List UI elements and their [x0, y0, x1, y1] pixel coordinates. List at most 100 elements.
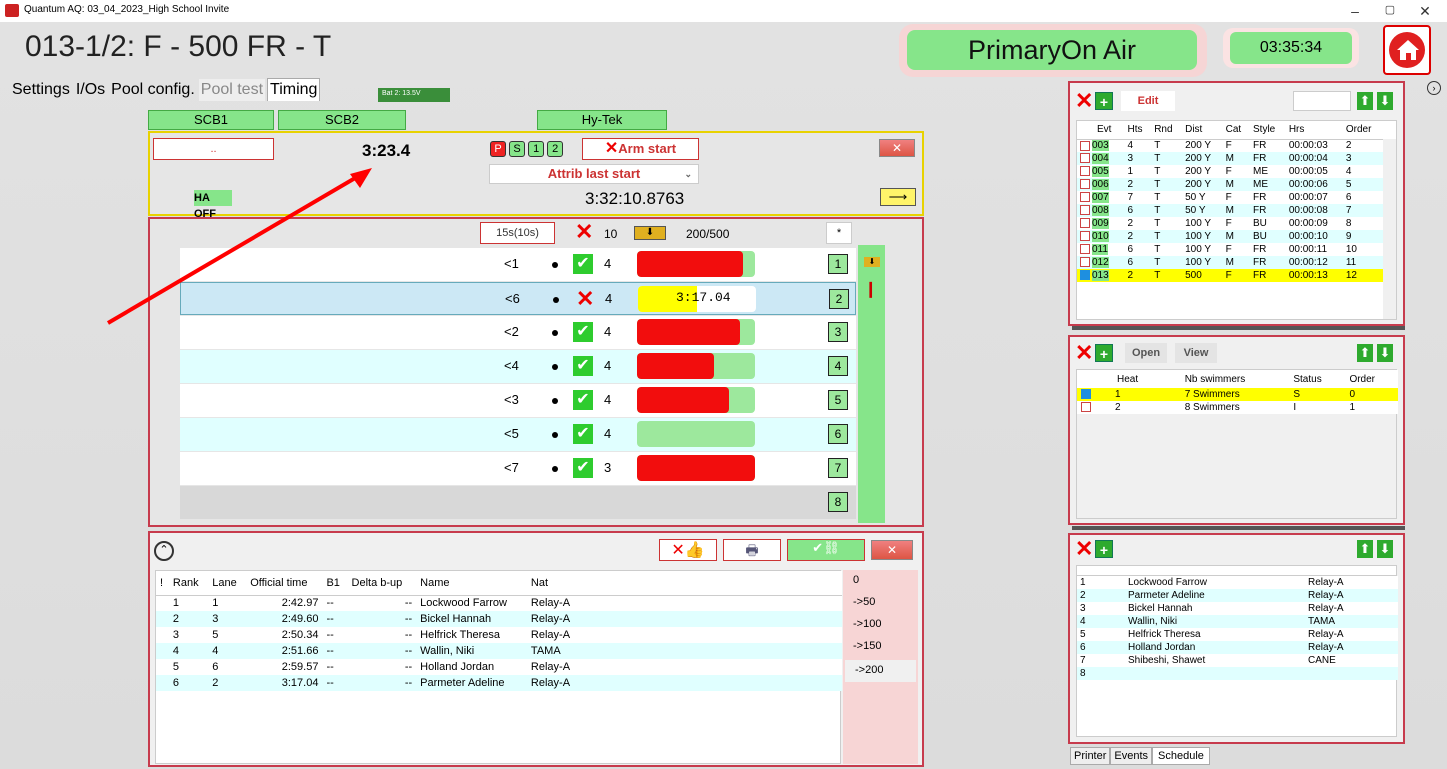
col-b1[interactable]: B1	[322, 571, 347, 595]
advance-arrow-icon[interactable]: ⟶	[880, 188, 916, 206]
interval-field[interactable]: 15s(10s)	[480, 222, 555, 244]
move-up-icon[interactable]: ⬆	[1357, 92, 1373, 110]
row-checkbox[interactable]	[1080, 140, 1090, 151]
entry-row[interactable]: 1 Lockwood Farrow Relay-A	[1077, 576, 1398, 589]
download-icon[interactable]: ⬇	[634, 226, 666, 240]
split-item[interactable]: 0	[843, 570, 918, 592]
col-nb-swimmers[interactable]: Nb swimmers	[1182, 370, 1291, 388]
col-style[interactable]: Style	[1250, 121, 1286, 139]
col-flag[interactable]: !	[156, 571, 169, 595]
split-item[interactable]: ->200	[845, 660, 916, 682]
row-checkbox[interactable]	[1080, 257, 1090, 268]
tab-timing[interactable]: Timing	[267, 78, 321, 101]
check-icon[interactable]: ✔	[573, 254, 593, 274]
scb2-button[interactable]: SCB2	[278, 110, 406, 130]
results-row[interactable]: 1 1 2:42.97 -- -- Lockwood Farrow Relay-A	[156, 595, 842, 611]
results-row[interactable]: 4 4 2:51.66 -- -- Wallin, Niki TAMA	[156, 643, 842, 659]
check-icon[interactable]: ✔	[573, 390, 593, 410]
event-row[interactable]: 013 2 T 500 F FR 00:00:13 12	[1077, 269, 1383, 282]
check-icon[interactable]: ✔	[573, 458, 593, 478]
close-window-button[interactable]: ✕	[1415, 3, 1435, 20]
download-small-icon[interactable]: ⬇	[864, 257, 880, 267]
lane-row[interactable]: <5 ✔ 4 6	[180, 418, 856, 451]
delete-heat-icon[interactable]: ✕	[1075, 342, 1093, 364]
row-checkbox[interactable]	[1080, 231, 1090, 242]
events-scrollbar[interactable]	[1383, 139, 1396, 319]
split-item[interactable]: ->100	[843, 614, 918, 636]
entry-row[interactable]: 5 Helfrick Theresa Relay-A	[1077, 628, 1398, 641]
row-checkbox[interactable]	[1080, 205, 1090, 216]
check-icon[interactable]: ✔	[573, 356, 593, 376]
scb1-button[interactable]: SCB1	[148, 110, 274, 130]
event-row[interactable]: 007 7 T 50 Y F FR 00:00:07 6	[1077, 191, 1383, 204]
code-p[interactable]: P	[490, 141, 506, 157]
row-checkbox[interactable]	[1080, 244, 1090, 255]
star-button[interactable]: *	[826, 222, 852, 244]
event-row[interactable]: 005 1 T 200 Y F ME 00:00:05 4	[1077, 165, 1383, 178]
entry-row[interactable]: 7 Shibeshi, Shawet CANE	[1077, 654, 1398, 667]
tab-events[interactable]: Events	[1110, 747, 1153, 765]
col-heat-order[interactable]: Order	[1346, 370, 1398, 388]
col-name[interactable]: Name	[416, 571, 527, 595]
event-row[interactable]: 006 2 T 200 Y M ME 00:00:06 5	[1077, 178, 1383, 191]
minimize-button[interactable]: –	[1345, 3, 1365, 19]
col-status[interactable]: Status	[1290, 370, 1346, 388]
edit-event-button[interactable]: Edit	[1121, 91, 1175, 111]
heat-row[interactable]: 1 7 Swimmers S 0	[1077, 388, 1398, 401]
close-results-button[interactable]: ✕	[871, 540, 913, 560]
entry-row[interactable]: 6 Holland Jordan Relay-A	[1077, 641, 1398, 654]
splitter-2[interactable]	[1072, 526, 1405, 530]
col-rank[interactable]: Rank	[169, 571, 208, 595]
tab-ios[interactable]: I/Os	[74, 79, 107, 101]
lane-number-button[interactable]: 5	[828, 390, 848, 410]
event-row[interactable]: 004 3 T 200 Y M FR 00:00:04 3	[1077, 152, 1383, 165]
add-event-icon[interactable]: +	[1095, 92, 1113, 110]
row-checkbox[interactable]	[1080, 153, 1090, 164]
code-s[interactable]: S	[509, 141, 526, 157]
event-row[interactable]: 003 4 T 200 Y F FR 00:00:03 2	[1077, 139, 1383, 152]
col-dist[interactable]: Dist	[1182, 121, 1223, 139]
open-heat-button[interactable]: Open	[1125, 343, 1167, 363]
lane-number-button[interactable]: 4	[828, 356, 848, 376]
lane-number-button[interactable]: 2	[829, 289, 849, 309]
col-official-time[interactable]: Official time	[246, 571, 322, 595]
reject-results-button[interactable]: ✕👍	[659, 539, 717, 561]
results-row[interactable]: 6 2 3:17.04 -- -- Parmeter Adeline Relay-A	[156, 675, 842, 691]
col-evt[interactable]: Evt	[1077, 121, 1125, 139]
check-icon[interactable]: ✔	[573, 424, 593, 444]
col-hts[interactable]: Hts	[1125, 121, 1152, 139]
event-row[interactable]: 010 2 T 100 Y M BU 00:00:10 9	[1077, 230, 1383, 243]
link-results-button[interactable]: ✔⛓	[787, 539, 865, 561]
lane-row[interactable]: <4 ✔ 4 4	[180, 350, 856, 383]
add-entry-icon[interactable]: +	[1095, 540, 1113, 558]
col-heat[interactable]: Heat	[1077, 370, 1182, 388]
event-row[interactable]: 009 2 T 100 Y F BU 00:00:09 8	[1077, 217, 1383, 230]
event-row[interactable]: 012 6 T 100 Y M FR 00:00:12 11	[1077, 256, 1383, 269]
code-2[interactable]: 2	[547, 141, 564, 157]
event-row[interactable]: 008 6 T 50 Y M FR 00:00:08 7	[1077, 204, 1383, 217]
results-row[interactable]: 3 5 2:50.34 -- -- Helfrick Theresa Relay-A	[156, 627, 842, 643]
row-checkbox[interactable]	[1080, 270, 1090, 281]
x-icon[interactable]: ✕	[576, 288, 594, 310]
row-checkbox[interactable]	[1080, 166, 1090, 177]
col-lane[interactable]: Lane	[208, 571, 246, 595]
col-delta-bup[interactable]: Delta b-up	[348, 571, 417, 595]
start-field[interactable]: ..	[153, 138, 274, 160]
lane-number-button[interactable]: 8	[828, 492, 848, 512]
lane-number-button[interactable]: 6	[828, 424, 848, 444]
entry-row[interactable]: 4 Wallin, Niki TAMA	[1077, 615, 1398, 628]
entry-down-icon[interactable]: ⬇	[1377, 540, 1393, 558]
arm-start-button[interactable]: ✕Arm start	[582, 138, 699, 160]
row-checkbox[interactable]	[1080, 192, 1090, 203]
lane-number-button[interactable]: 7	[828, 458, 848, 478]
close-start-button[interactable]: ✕	[879, 139, 915, 157]
heat-down-icon[interactable]: ⬇	[1377, 344, 1393, 362]
results-row[interactable]: 2 3 2:49.60 -- -- Bickel Hannah Relay-A	[156, 611, 842, 627]
splitter-1[interactable]	[1072, 326, 1405, 330]
entry-up-icon[interactable]: ⬆	[1357, 540, 1373, 558]
code-1[interactable]: 1	[528, 141, 545, 157]
maximize-button[interactable]: ▢	[1380, 3, 1400, 16]
col-rnd[interactable]: Rnd	[1151, 121, 1182, 139]
col-order[interactable]: Order	[1343, 121, 1383, 139]
row-checkbox[interactable]	[1080, 179, 1090, 190]
